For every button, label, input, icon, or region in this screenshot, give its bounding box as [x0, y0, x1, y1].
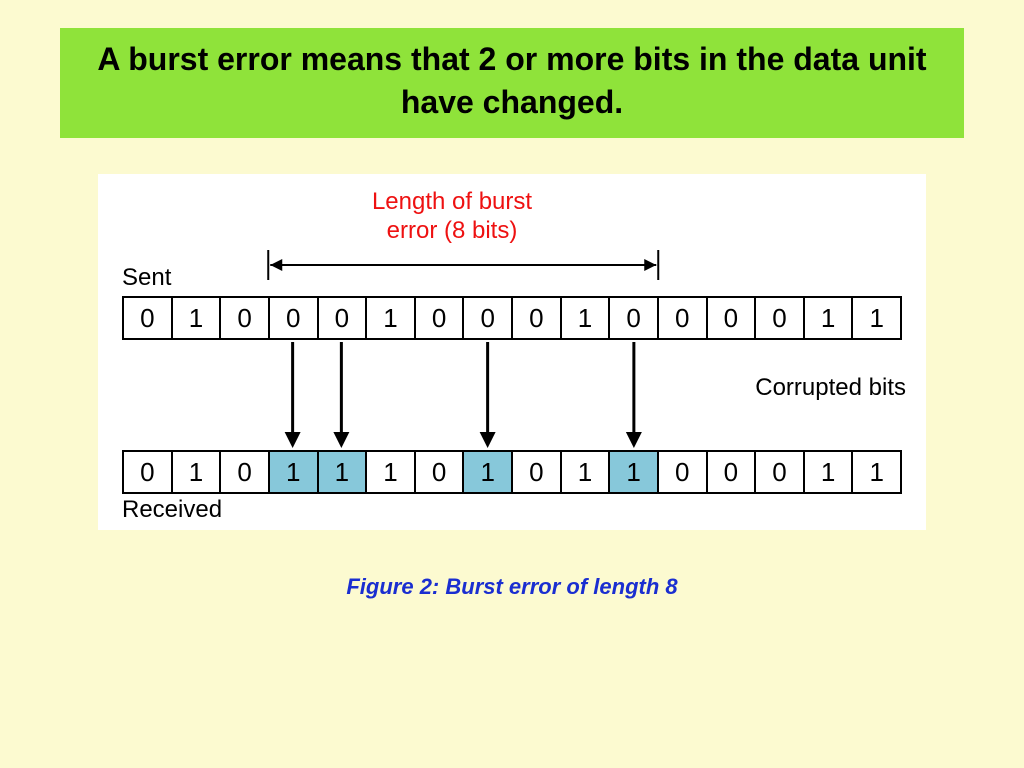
received-bit-cell: 0 [221, 452, 270, 492]
sent-bit-cell: 1 [367, 298, 416, 338]
received-bit-cell: 0 [659, 452, 708, 492]
sent-bit-cell: 0 [756, 298, 805, 338]
corrupted-bits-label: Corrupted bits [755, 374, 906, 402]
arrow-gap: Corrupted bits [122, 340, 902, 450]
received-bit-cell: 1 [805, 452, 854, 492]
received-bit-cell: 1 [270, 452, 319, 492]
received-bit-cell: 1 [610, 452, 659, 492]
sent-bit-cell: 0 [610, 298, 659, 338]
sent-bit-cell: 1 [562, 298, 611, 338]
sent-bit-cell: 1 [173, 298, 222, 338]
received-bit-cell: 0 [416, 452, 465, 492]
sent-bit-cell: 0 [124, 298, 173, 338]
received-bit-cell: 1 [173, 452, 222, 492]
sent-bit-cell: 0 [659, 298, 708, 338]
received-bit-cell: 1 [562, 452, 611, 492]
sent-bit-cell: 0 [221, 298, 270, 338]
sent-bit-cell: 0 [513, 298, 562, 338]
received-bit-cell: 1 [464, 452, 513, 492]
figure-caption: Figure 2: Burst error of length 8 [0, 574, 1024, 600]
sent-bit-cell: 1 [853, 298, 900, 338]
burst-length-label: Length of burst error (8 bits) [262, 188, 642, 246]
diagram-panel: Length of burst error (8 bits) Sent 0100… [98, 174, 926, 530]
received-bit-cell: 1 [319, 452, 368, 492]
burst-span-indicator [122, 248, 902, 282]
title-text: A burst error means that 2 or more bits … [97, 41, 926, 120]
received-bit-cell: 1 [853, 452, 900, 492]
burst-label-line2: error (8 bits) [387, 217, 518, 244]
received-bit-cell: 1 [367, 452, 416, 492]
received-bit-cell: 0 [124, 452, 173, 492]
received-label: Received [122, 496, 902, 524]
title-banner: A burst error means that 2 or more bits … [60, 28, 964, 138]
sent-bit-cell: 0 [270, 298, 319, 338]
received-bit-cell: 0 [756, 452, 805, 492]
sent-bit-cell: 0 [464, 298, 513, 338]
sent-bit-cell: 1 [805, 298, 854, 338]
sent-bit-cell: 0 [708, 298, 757, 338]
received-bit-cell: 0 [708, 452, 757, 492]
sent-bit-row: 0100010001000011 [122, 296, 902, 340]
received-bit-cell: 0 [513, 452, 562, 492]
burst-label-line1: Length of burst [372, 188, 532, 215]
sent-bit-cell: 0 [319, 298, 368, 338]
received-bit-row: 0101110101100011 [122, 450, 902, 494]
sent-bit-cell: 0 [416, 298, 465, 338]
span-arrow-icon [122, 248, 902, 282]
